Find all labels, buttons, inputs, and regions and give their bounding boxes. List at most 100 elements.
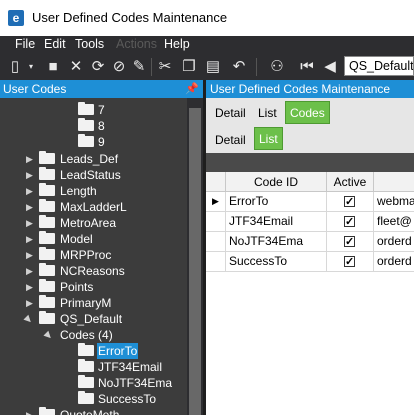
cut-icon[interactable]: ✂ <box>156 58 174 76</box>
tree-node-expanded[interactable]: ▶ Codes (4) <box>0 327 187 343</box>
cell-code-id[interactable]: NoJTF34Ema <box>226 232 327 251</box>
undo-change-icon[interactable]: ⊘ <box>110 58 128 76</box>
expand-arrow-icon[interactable]: ▶ <box>26 250 33 261</box>
current-row-indicator-icon: ▶ <box>206 192 226 211</box>
grid-header-description[interactable] <box>374 172 414 192</box>
tab-detail[interactable]: Detail <box>211 102 250 124</box>
row-selector[interactable] <box>206 252 226 271</box>
main-tabstrip: Detail List Codes <box>206 98 414 127</box>
tab-list[interactable]: List <box>254 102 281 124</box>
cell-active[interactable] <box>327 212 374 231</box>
active-checkbox[interactable] <box>344 213 355 231</box>
panel-title: User Codes <box>3 82 67 96</box>
tree-node[interactable]: ▶ Length <box>0 183 187 199</box>
expand-arrow-icon[interactable]: ▶ <box>26 202 33 213</box>
tree-node[interactable]: ▶ QuoteMeth <box>0 407 187 415</box>
toolbar-separator <box>151 58 152 76</box>
tree-node[interactable]: ▶ Model <box>0 231 187 247</box>
expand-arrow-icon[interactable]: ▶ <box>26 298 33 309</box>
row-selector[interactable] <box>206 232 226 251</box>
table-row[interactable]: JTF34Email fleet@ <box>206 212 414 232</box>
cancel-icon[interactable]: ✕ <box>67 58 85 76</box>
menu-help[interactable]: Help <box>164 37 190 51</box>
grid-header-code-id[interactable]: Code ID <box>226 172 327 192</box>
cell-description[interactable]: orderd <box>374 252 414 271</box>
tree-node-label: ErrorTo <box>97 343 139 359</box>
refresh-icon[interactable]: ⟳ <box>89 58 107 76</box>
folder-icon <box>39 183 55 196</box>
folder-icon <box>39 167 55 180</box>
save-icon[interactable]: ■ <box>44 58 62 76</box>
row-selector[interactable] <box>206 212 226 231</box>
folder-icon <box>39 295 55 308</box>
undo-icon[interactable]: ↶ <box>230 58 248 76</box>
cell-description[interactable]: webma <box>374 192 414 211</box>
folder-open-icon <box>39 311 55 324</box>
tree-node[interactable]: ▶ Points <box>0 279 187 295</box>
tree-scrollbar-thumb[interactable] <box>189 108 201 415</box>
tree-node[interactable]: ▶ LeadStatus <box>0 167 187 183</box>
tree-node[interactable]: SuccessTo <box>0 391 187 407</box>
collapse-arrow-icon[interactable]: ▶ <box>22 313 35 326</box>
table-row[interactable]: SuccessTo orderd <box>206 252 414 272</box>
tree-node[interactable]: JTF34Email <box>0 359 187 375</box>
tree-node[interactable]: ▶ NCReasons <box>0 263 187 279</box>
folder-icon <box>78 102 94 115</box>
cell-description[interactable]: orderd <box>374 232 414 251</box>
table-row[interactable]: ▶ ErrorTo webma <box>206 192 414 212</box>
tree-node-label: Leads_Def <box>60 152 119 166</box>
tree-node[interactable]: 9 <box>0 134 187 150</box>
search-binoculars-icon[interactable]: ⚇ <box>268 58 286 76</box>
menu-tools[interactable]: Tools <box>75 37 104 51</box>
menu-edit[interactable]: Edit <box>44 37 66 51</box>
active-checkbox[interactable] <box>344 233 355 251</box>
tree-node-selected[interactable]: ErrorTo <box>0 343 187 359</box>
cell-active[interactable] <box>327 252 374 271</box>
expand-arrow-icon[interactable]: ▶ <box>26 410 33 415</box>
first-record-icon[interactable]: ⏮ <box>298 58 316 76</box>
tree-node[interactable]: ▶ MetroArea <box>0 215 187 231</box>
tree-node-label: JTF34Email <box>98 360 163 374</box>
new-dropdown-icon[interactable]: ▾ <box>22 58 40 76</box>
tree-node[interactable]: ▶ MRPProc <box>0 247 187 263</box>
expand-arrow-icon[interactable]: ▶ <box>26 282 33 293</box>
tree-node-label: NoJTF34Ema <box>98 376 173 390</box>
tree-node-label: Codes (4) <box>60 328 113 342</box>
expand-arrow-icon[interactable]: ▶ <box>26 266 33 277</box>
cell-code-id[interactable]: ErrorTo <box>226 192 327 211</box>
tree-node[interactable]: ▶ PrimaryM <box>0 295 187 311</box>
subtab-detail[interactable]: Detail <box>211 129 250 151</box>
menu-file[interactable]: File <box>15 37 35 51</box>
expand-arrow-icon[interactable]: ▶ <box>26 186 33 197</box>
expand-arrow-icon[interactable]: ▶ <box>26 170 33 181</box>
previous-record-icon[interactable]: ◀ <box>321 58 339 76</box>
clear-brush-icon[interactable]: ✎ <box>130 58 148 76</box>
table-row[interactable]: NoJTF34Ema orderd <box>206 232 414 252</box>
company-combo[interactable]: QS_Default <box>344 56 414 76</box>
collapse-arrow-icon[interactable]: ▶ <box>42 329 55 342</box>
expand-arrow-icon[interactable]: ▶ <box>26 234 33 245</box>
tree-node[interactable]: 8 <box>0 118 187 134</box>
folder-icon <box>39 231 55 244</box>
tree-node[interactable]: ▶ MaxLadderL <box>0 199 187 215</box>
tree-node-expanded[interactable]: ▶ QS_Default <box>0 311 187 327</box>
cell-code-id[interactable]: SuccessTo <box>226 252 327 271</box>
grid-header-active[interactable]: Active <box>327 172 374 192</box>
active-checkbox[interactable] <box>344 193 355 211</box>
cell-active[interactable] <box>327 232 374 251</box>
tab-codes[interactable]: Codes <box>285 101 330 124</box>
folder-icon <box>39 407 55 415</box>
cell-description[interactable]: fleet@ <box>374 212 414 231</box>
active-checkbox[interactable] <box>344 253 355 271</box>
cell-active[interactable] <box>327 192 374 211</box>
copy-icon[interactable]: ❐ <box>180 58 198 76</box>
pin-icon[interactable]: 📌 <box>185 80 199 98</box>
paste-icon[interactable]: ▤ <box>204 58 222 76</box>
expand-arrow-icon[interactable]: ▶ <box>26 218 33 229</box>
expand-arrow-icon[interactable]: ▶ <box>26 154 33 165</box>
tree-node[interactable]: ▶ Leads_Def <box>0 151 187 167</box>
tree-node[interactable]: NoJTF34Ema <box>0 375 187 391</box>
cell-code-id[interactable]: JTF34Email <box>226 212 327 231</box>
subtab-list[interactable]: List <box>254 127 283 150</box>
tree-node[interactable]: 7 <box>0 102 187 118</box>
